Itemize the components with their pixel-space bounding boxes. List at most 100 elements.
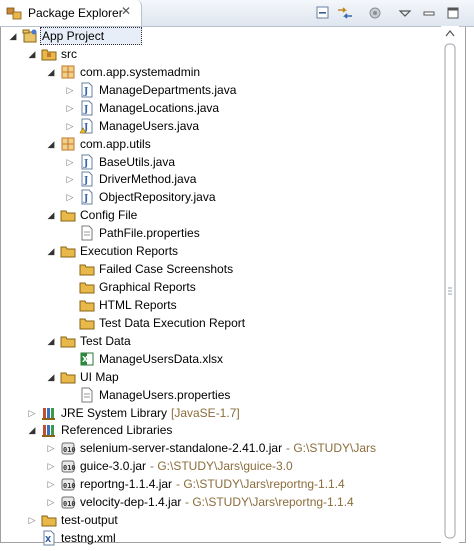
tree-node[interactable]: ▷ 010 velocity-dep-1.4.jar - G:\STUDY\Jars\… <box>0 493 440 511</box>
tree-node[interactable]: PathFile.properties <box>0 224 440 242</box>
tree-node[interactable]: Xtestng.xml <box>0 529 440 547</box>
tree-node[interactable]: Failed Case Screenshots <box>0 260 440 278</box>
expanded-arrow-icon[interactable]: ◢ <box>8 27 18 45</box>
tree-node[interactable]: ◢ com.app.utils <box>0 135 440 153</box>
svg-text:010: 010 <box>63 464 76 472</box>
java-file-icon: J <box>79 154 95 170</box>
tree-node[interactable]: ◢ Config File <box>0 206 440 224</box>
tree-node-label: ManageLocations.java <box>99 100 220 115</box>
tree-node[interactable]: ◢ Execution Reports <box>0 242 440 260</box>
collapsed-arrow-icon[interactable]: ▷ <box>65 170 75 188</box>
tree-node[interactable]: Graphical Reports <box>0 278 440 296</box>
view-tab-bar: Package Explorer ✕ <box>0 0 474 27</box>
tree-node[interactable]: ▷ JRE System Library [JavaSE-1.7] <box>0 404 440 422</box>
tree-node-label: Config File <box>80 208 138 223</box>
tree-node-label: JRE System Library <box>61 405 168 420</box>
tree-node[interactable]: ◢ App Project <box>0 27 440 45</box>
tree-node[interactable]: ◢ Referenced Libraries <box>0 421 440 439</box>
tree-node[interactable]: ▷ J ManageDepartments.java <box>0 81 440 99</box>
tree-node-decoration: - G:\STUDY\Jars <box>286 441 377 456</box>
tree-node-label: Referenced Libraries <box>61 423 173 438</box>
collapsed-arrow-icon[interactable]: ▷ <box>65 117 75 135</box>
tree-node[interactable]: ▷ test-output <box>0 511 440 529</box>
tree-node[interactable]: ◢ src <box>0 45 440 63</box>
tree-node[interactable]: HTML Reports <box>0 296 440 314</box>
tree-node-label: Execution Reports <box>80 244 179 259</box>
tree-node-label: ManageUsersData.xlsx <box>99 351 224 366</box>
tree-node-label: com.app.systemadmin <box>80 64 201 79</box>
folder-icon <box>79 261 95 277</box>
package-explorer-icon <box>6 6 22 23</box>
expanded-arrow-icon[interactable]: ◢ <box>46 206 56 224</box>
link-with-editor-icon[interactable] <box>336 4 354 22</box>
minimize-icon[interactable] <box>420 4 438 22</box>
collapsed-arrow-icon[interactable]: ▷ <box>65 99 75 117</box>
jar-icon: 010 <box>60 494 76 510</box>
tree-node[interactable]: ▷ 010 selenium-server-standalone-2.41.0.ja… <box>0 439 440 457</box>
collapsed-arrow-icon[interactable]: ▷ <box>46 439 56 457</box>
expanded-arrow-icon[interactable]: ◢ <box>46 135 56 153</box>
collapse-all-icon[interactable] <box>314 4 332 22</box>
tree-node[interactable]: ▷ 010 reportng-1.1.4.jar - G:\STUDY\Jars\re… <box>0 475 440 493</box>
svg-text:J: J <box>83 159 88 169</box>
collapsed-arrow-icon[interactable]: ▷ <box>46 475 56 493</box>
tree-node-label: reportng-1.1.4.jar <box>80 477 173 492</box>
library-icon <box>41 422 57 438</box>
tree-node[interactable]: ▷ J ManageLocations.java <box>0 99 440 117</box>
tree-node-label: src <box>61 46 77 61</box>
close-icon[interactable]: ✕ <box>121 4 131 18</box>
tree-node-label: UI Map <box>80 369 119 384</box>
expanded-arrow-icon[interactable]: ◢ <box>46 242 56 260</box>
folder-icon <box>41 512 57 528</box>
tree-node-label: App Project <box>42 29 105 43</box>
source-folder-icon <box>41 46 57 62</box>
collapsed-arrow-icon[interactable]: ▷ <box>27 511 37 529</box>
tree-node-label: Test Data Execution Report <box>99 315 246 330</box>
tree-node[interactable]: ▷ J ManageUsers.java <box>0 117 440 135</box>
maximize-icon[interactable] <box>444 4 462 22</box>
expanded-arrow-icon[interactable]: ◢ <box>46 332 56 350</box>
tree-node-label: Test Data <box>80 333 131 348</box>
tree-node[interactable]: ManageUsers.properties <box>0 386 440 404</box>
collapsed-arrow-icon[interactable]: ▷ <box>65 188 75 206</box>
tree-node-label: ObjectRepository.java <box>99 190 216 205</box>
expanded-arrow-icon[interactable]: ◢ <box>46 368 56 386</box>
svg-text:X: X <box>45 535 52 544</box>
tree-node[interactable]: ◢ UI Map <box>0 368 440 386</box>
expanded-arrow-icon[interactable]: ◢ <box>46 63 56 81</box>
tree-node[interactable]: X ManageUsersData.xlsx <box>0 350 440 368</box>
view-title: Package Explorer <box>28 6 123 20</box>
java-file-warning-icon: J <box>79 118 95 134</box>
java-file-icon: J <box>79 189 95 205</box>
svg-text:J: J <box>83 176 88 186</box>
tree-node[interactable]: ◢ com.app.systemadmin <box>0 63 440 81</box>
tree-node[interactable]: ▷ J BaseUtils.java <box>0 153 440 171</box>
collapsed-arrow-icon[interactable]: ▷ <box>65 153 75 171</box>
collapsed-arrow-icon[interactable]: ▷ <box>46 457 56 475</box>
tree-node[interactable]: ▷ J DriverMethod.java <box>0 170 440 188</box>
package-icon <box>60 64 76 80</box>
properties-file-icon <box>79 387 95 403</box>
tree-node[interactable]: Test Data Execution Report <box>0 314 440 332</box>
tree-node-label: PathFile.properties <box>99 226 200 241</box>
tree-node[interactable]: ▷ J ObjectRepository.java <box>0 188 440 206</box>
expanded-arrow-icon[interactable]: ◢ <box>27 45 37 63</box>
collapsed-arrow-icon[interactable]: ▷ <box>27 404 37 422</box>
tree-node-label: selenium-server-standalone-2.41.0.jar <box>80 441 283 456</box>
tree-node-label: com.app.utils <box>80 136 151 151</box>
tree-node[interactable]: ◢ Test Data <box>0 332 440 350</box>
tree-node[interactable]: ▷ 010 guice-3.0.jar - G:\STUDY\Jars\guice-3… <box>0 457 440 475</box>
tree-node-label: ManageUsers.properties <box>99 387 231 402</box>
expanded-arrow-icon[interactable]: ◢ <box>27 421 37 439</box>
tree-node-label: Failed Case Screenshots <box>99 262 234 277</box>
tree-node-label: BaseUtils.java <box>99 154 176 169</box>
tree-node-label: testng.xml <box>61 531 116 546</box>
collapsed-arrow-icon[interactable]: ▷ <box>46 493 56 511</box>
focus-icon[interactable] <box>366 4 384 22</box>
collapsed-arrow-icon[interactable]: ▷ <box>65 81 75 99</box>
view-menu-icon[interactable] <box>396 4 414 22</box>
tab-package-explorer[interactable]: Package Explorer ✕ <box>0 0 142 26</box>
svg-text:010: 010 <box>63 446 76 454</box>
vertical-scrollbar[interactable] <box>441 26 459 543</box>
svg-text:J: J <box>83 105 88 115</box>
